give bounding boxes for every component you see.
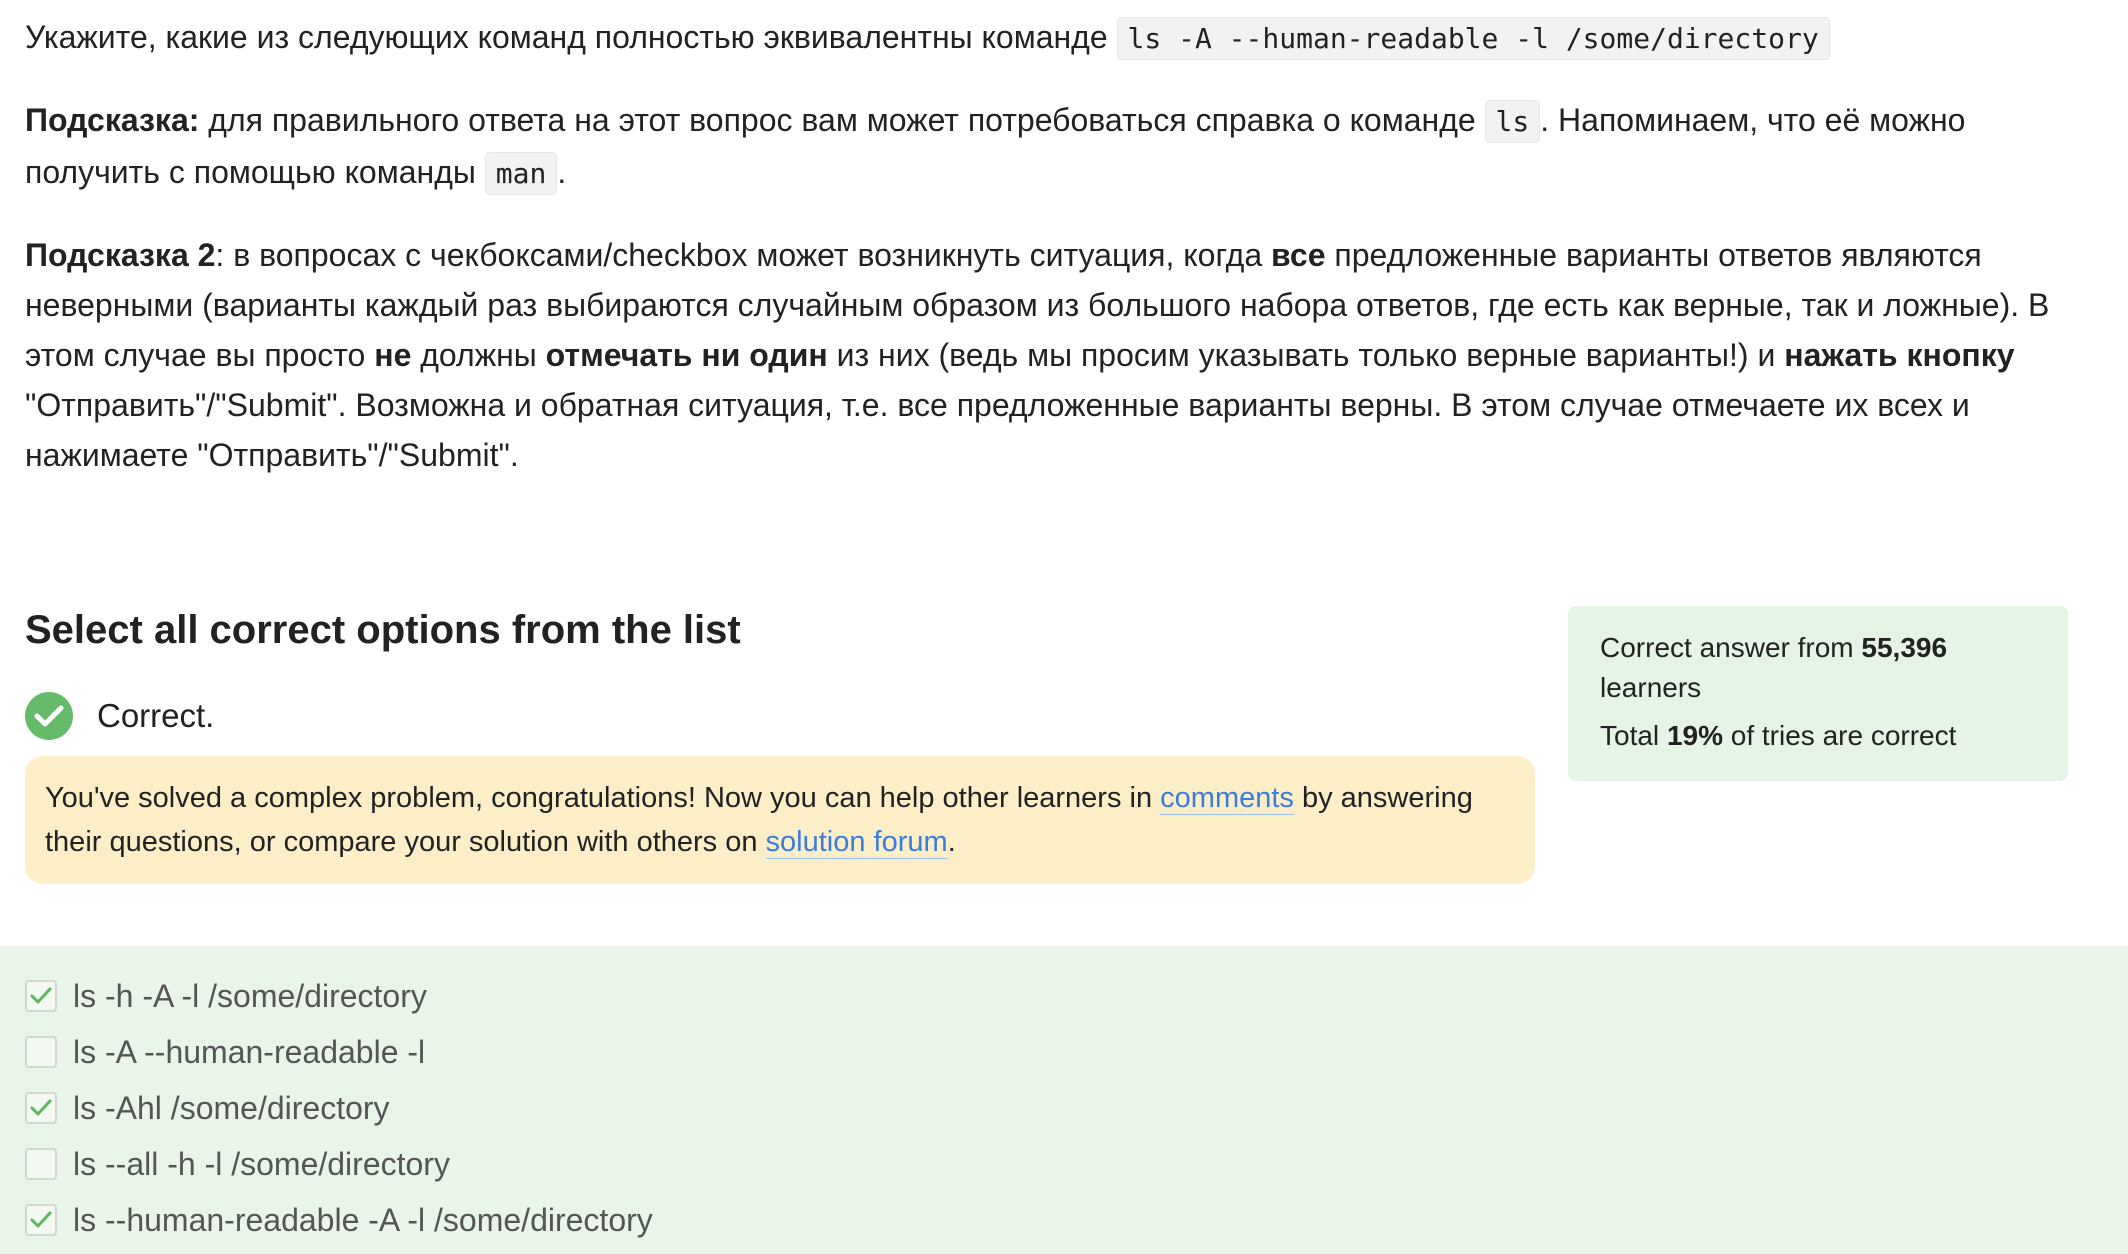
solution-forum-link[interactable]: solution forum <box>765 826 948 859</box>
option-item[interactable]: ls -Ahl /some/directory <box>25 1090 390 1126</box>
inline-code: man <box>484 152 558 195</box>
hint-label: Подсказка: <box>25 102 200 138</box>
hint2-text: "Отправить"/"Submit". Возможна и обратна… <box>25 387 1970 473</box>
option-item[interactable]: ls -h -A -l /some/directory <box>25 978 427 1014</box>
checkbox[interactable] <box>25 980 57 1012</box>
hint-paragraph: Подсказка: для правильного ответа на это… <box>25 95 2105 199</box>
option-item[interactable]: ls --human-readable -A -l /some/director… <box>25 1202 653 1238</box>
checkbox[interactable] <box>25 1148 57 1180</box>
instruction-text: Укажите, какие из следующих команд полно… <box>25 19 1117 55</box>
hint2-bold: не <box>374 337 412 373</box>
stats-text: Total <box>1600 720 1667 751</box>
hint2-paragraph: Подсказка 2: в вопросах с чекбоксами/che… <box>25 230 2105 480</box>
hint-text: . <box>557 154 567 190</box>
checkbox[interactable] <box>25 1036 57 1068</box>
hint2-bold: нажать кнопку <box>1784 337 2015 373</box>
option-label: ls --all -h -l /some/directory <box>73 1145 450 1182</box>
option-label: ls -A --human-readable -l <box>73 1033 426 1070</box>
option-item[interactable]: ls -A --human-readable -l <box>25 1034 425 1070</box>
option-label: ls -Ahl /some/directory <box>73 1089 390 1126</box>
congrats-text: You've solved a complex problem, congrat… <box>45 782 1161 814</box>
checkmark-icon <box>30 1099 52 1116</box>
stats-percent-line: Total 19% of tries are correct <box>1600 716 2036 756</box>
congrats-text: . <box>947 826 956 858</box>
correct-percent: 19% <box>1666 720 1723 751</box>
checkbox[interactable] <box>25 1204 57 1236</box>
hint2-bold: все <box>1271 237 1326 273</box>
options-list: ls -h -A -l /some/directory ls -A --huma… <box>0 946 2128 1254</box>
check-circle-icon <box>25 692 73 740</box>
comments-link[interactable]: comments <box>1160 782 1294 815</box>
question-title: Select all correct options from the list <box>25 608 741 652</box>
step-instructions: Укажите, какие из следующих команд полно… <box>25 12 2105 480</box>
correct-label: Correct. <box>97 697 215 734</box>
hint2-text: из них (ведь мы просим указывать только … <box>827 337 1785 373</box>
step-page: Укажите, какие из следующих команд полно… <box>0 0 2128 1254</box>
option-item[interactable]: ls --all -h -l /some/directory <box>25 1146 450 1182</box>
stats-learners-line: Correct answer from 55,396 learners <box>1600 628 2036 708</box>
stats-text: learners <box>1600 672 1702 703</box>
option-label: ls -h -A -l /some/directory <box>73 977 427 1014</box>
checkmark-icon <box>30 987 52 1004</box>
inline-code: ls <box>1484 100 1541 143</box>
hint-text: для правильного ответа на этот вопрос ва… <box>199 102 1485 138</box>
stats-panel: Correct answer from 55,396 learners Tota… <box>1568 606 2068 781</box>
stats-text: of tries are correct <box>1722 720 1957 751</box>
stats-text: Correct answer from <box>1600 632 1862 663</box>
hint2-bold: отмечать ни один <box>545 337 828 373</box>
option-label: ls --human-readable -A -l /some/director… <box>73 1201 653 1238</box>
checkmark-icon <box>30 1211 52 1228</box>
hint2-text: должны <box>411 337 546 373</box>
learners-count: 55,396 <box>1861 632 1948 663</box>
hint2-label: Подсказка 2 <box>25 237 216 273</box>
inline-code: ls -A --human-readable -l /some/director… <box>1116 17 1830 60</box>
congrats-message: You've solved a complex problem, congrat… <box>25 756 1535 884</box>
correct-status: Correct. <box>25 692 214 740</box>
instruction-paragraph-1: Укажите, какие из следующих команд полно… <box>25 12 2105 64</box>
checkbox[interactable] <box>25 1092 57 1124</box>
hint2-text: : в вопросах с чекбоксами/checkbox может… <box>215 237 1272 273</box>
